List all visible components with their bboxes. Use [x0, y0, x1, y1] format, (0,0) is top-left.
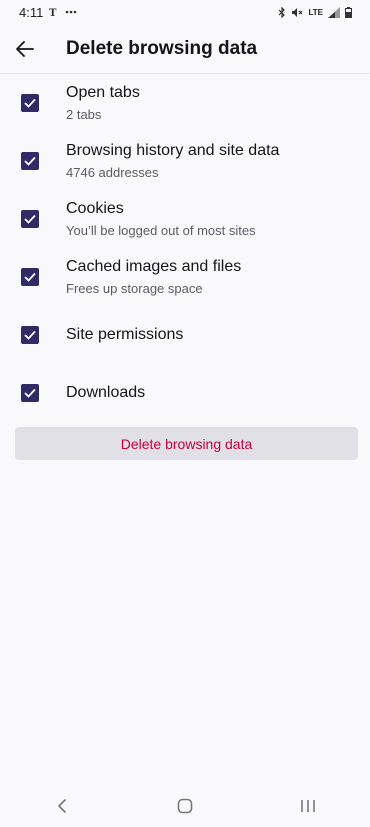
checkbox-browsing-history[interactable] [21, 152, 39, 170]
checkbox-cookies[interactable] [21, 210, 39, 228]
status-left: 4:11 T [19, 5, 77, 20]
checkmark-icon [24, 272, 36, 282]
signal-icon [328, 6, 340, 18]
option-label: Site permissions [66, 326, 184, 343]
option-site-permissions[interactable]: Site permissions [0, 308, 370, 364]
option-sublabel: 2 tabs [66, 107, 102, 122]
option-downloads[interactable]: Downloads [0, 366, 370, 422]
checkmark-icon [24, 330, 36, 340]
checkbox-site-permissions[interactable] [21, 326, 39, 344]
nav-back-button[interactable] [32, 785, 92, 827]
option-sublabel: Frees up storage space [66, 281, 203, 296]
network-label: LTE [308, 7, 323, 17]
checkmark-icon [24, 98, 36, 108]
option-cached-images[interactable]: Cached images and files Frees up storage… [0, 250, 370, 306]
option-sublabel: 4746 addresses [66, 165, 159, 180]
status-time: 4:11 [19, 4, 44, 20]
recents-nav-icon [300, 799, 316, 813]
home-nav-icon [177, 798, 193, 814]
delete-browsing-data-button[interactable]: Delete browsing data [15, 427, 358, 460]
nav-home-button[interactable] [155, 785, 215, 827]
svg-text:T: T [49, 8, 57, 17]
back-nav-icon [57, 799, 67, 813]
option-label: Cached images and files [66, 258, 242, 275]
more-dots-icon [65, 10, 77, 14]
page-title: Delete browsing data [66, 37, 258, 59]
status-right: LTE [278, 6, 352, 18]
notification-icon: T [49, 7, 59, 17]
option-label: Open tabs [66, 84, 140, 101]
option-sublabel: You’ll be logged out of most sites [66, 223, 256, 238]
option-label: Cookies [66, 200, 124, 217]
bluetooth-icon [278, 6, 286, 18]
status-bar: 4:11 T LTE [0, 0, 370, 24]
checkmark-icon [24, 214, 36, 224]
checkmark-icon [24, 388, 36, 398]
mute-icon [291, 7, 303, 18]
checkmark-icon [24, 156, 36, 166]
checkbox-cached-images[interactable] [21, 268, 39, 286]
battery-icon [345, 6, 352, 18]
checkbox-downloads[interactable] [21, 384, 39, 402]
option-label: Downloads [66, 384, 146, 401]
option-open-tabs[interactable]: Open tabs 2 tabs [0, 76, 370, 132]
nav-recents-button[interactable] [278, 785, 338, 827]
system-nav-bar [0, 785, 370, 827]
app-bar: Delete browsing data [0, 24, 370, 74]
checkbox-open-tabs[interactable] [21, 94, 39, 112]
back-button[interactable] [0, 24, 50, 74]
option-cookies[interactable]: Cookies You’ll be logged out of most sit… [0, 192, 370, 248]
arrow-left-icon [16, 40, 34, 57]
option-label: Browsing history and site data [66, 142, 280, 159]
option-browsing-history[interactable]: Browsing history and site data 4746 addr… [0, 134, 370, 190]
